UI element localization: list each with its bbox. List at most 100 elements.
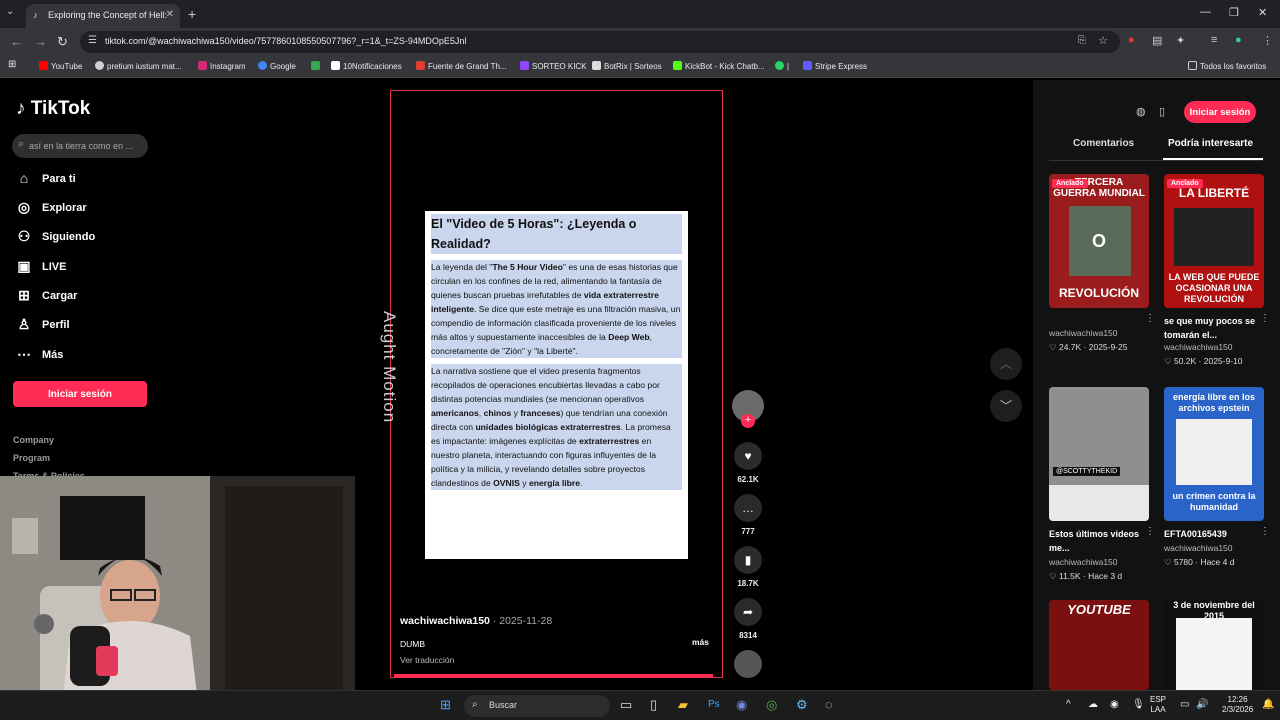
nav-explorar[interactable]: ◎ Explorar (16, 198, 146, 220)
extension-icon[interactable]: ▤ (1152, 34, 1162, 47)
card-title[interactable]: Estos últimos videos me... (1049, 527, 1144, 555)
comment-icon[interactable]: … (734, 494, 762, 522)
save-action[interactable]: ▮ 18.7K (734, 546, 762, 588)
video-thumbnail[interactable]: energía libre en los archivos epstein un… (1164, 387, 1264, 521)
login-button[interactable]: Iniciar sesión (13, 381, 147, 407)
card-menu-icon[interactable]: ⋮ (1260, 313, 1270, 324)
app-icon[interactable]: ◌ (825, 697, 833, 712)
tab-comments[interactable]: Comentarios (1073, 138, 1134, 149)
video-author[interactable]: wachiwachiwa150 · 2025-11-28 (400, 615, 552, 627)
bookmark-grand-theft[interactable]: Fuente de Grand Th... (416, 61, 507, 71)
bookmark-whatsapp[interactable]: | (775, 61, 789, 71)
card-title[interactable]: EFTA00165439 (1164, 527, 1259, 541)
login-button-right[interactable]: Iniciar sesión (1184, 101, 1256, 123)
reload-icon[interactable]: ↻ (57, 34, 68, 50)
apps-grid-icon[interactable]: ⊞ (8, 59, 16, 70)
extensions-puzzle-icon[interactable]: ✦ (1176, 34, 1185, 47)
search-input[interactable] (29, 137, 144, 155)
windows-start-icon[interactable]: ⊞ (440, 697, 451, 713)
bookmark-unnamed[interactable] (311, 61, 323, 71)
card-menu-icon[interactable]: ⋮ (1145, 526, 1155, 537)
card-title[interactable]: se que muy pocos se tomarán el... (1164, 314, 1259, 342)
bookmark-google[interactable]: Google (258, 61, 296, 71)
tray-mic-icon[interactable]: 🎙 (1132, 699, 1145, 710)
app-icon[interactable]: ▯ (650, 697, 657, 713)
video-progress-bar[interactable] (394, 674, 713, 677)
language-indicator[interactable]: ESP LAA (1150, 695, 1166, 715)
tab-suggested[interactable]: Podría interesarte (1168, 138, 1253, 149)
taskbar-search[interactable]: ⌕ Buscar (464, 695, 610, 717)
tray-cloud-icon[interactable]: ☁ (1088, 699, 1098, 710)
bookmark-kickbot[interactable]: KickBot - Kick Chatb... (673, 61, 765, 71)
comment-action[interactable]: … 777 (734, 494, 762, 536)
bookmark-sorteo-kick[interactable]: SORTEO KICK (520, 61, 587, 71)
video-thumbnail[interactable]: YOUTUBE (1049, 600, 1149, 690)
bookmark-10notificaciones[interactable]: 10Notificaciones (331, 61, 402, 71)
bookmark-youtube[interactable]: YouTube (39, 61, 82, 71)
tray-app-icon[interactable]: ◉ (1110, 699, 1119, 710)
share-action[interactable]: ➦ 8314 (734, 598, 762, 640)
card-menu-icon[interactable]: ⋮ (1145, 313, 1155, 324)
device-icon[interactable]: ▯ (1159, 105, 1165, 118)
restore-icon[interactable]: ❐ (1229, 6, 1239, 19)
nav-mas[interactable]: ⋯ Más (16, 345, 146, 367)
task-view-icon[interactable]: ▭ (620, 697, 632, 713)
video-thumbnail[interactable]: 3 de noviembre del 2015 (1164, 600, 1264, 690)
photoshop-icon[interactable]: Ps (708, 699, 720, 710)
card-menu-icon[interactable]: ⋮ (1260, 526, 1270, 537)
url-text[interactable]: tiktok.com/@wachiwachiwa150/video/757786… (105, 36, 466, 46)
nav-perfil[interactable]: ♙ Perfil (16, 315, 146, 337)
coin-icon[interactable]: ◍ (1136, 105, 1146, 118)
discord-icon[interactable]: ◉ (736, 697, 747, 713)
nav-live[interactable]: ▣ LIVE (16, 257, 146, 279)
minimize-icon[interactable]: — (1200, 6, 1211, 18)
omnibox[interactable]: ☰ tiktok.com/@wachiwachiwa150/video/7577… (80, 31, 1120, 53)
extension-record-icon[interactable]: ● (1128, 34, 1135, 46)
bookmark-icon[interactable]: ▮ (734, 546, 762, 574)
scroll-down-icon[interactable]: ﹀ (990, 390, 1022, 422)
share-icon[interactable]: ➦ (734, 598, 762, 626)
tiktok-logo[interactable]: ♪ TikTok (16, 98, 90, 120)
author-name[interactable]: wachiwachiwa150 (400, 615, 490, 627)
clock[interactable]: 12:26 2/3/2026 (1222, 695, 1253, 715)
card-user[interactable]: wachiwachiwa150 (1049, 557, 1118, 567)
nav-para-ti[interactable]: ⌂ Para ti (16, 169, 146, 191)
bookmark-star-icon[interactable]: ☆ (1098, 34, 1108, 47)
card-user[interactable]: wachiwachiwa150 (1164, 342, 1233, 352)
bookmark-botrix[interactable]: BotRix | Sorteos (592, 61, 662, 71)
notifications-icon[interactable]: 🔔 (1262, 699, 1274, 710)
network-icon[interactable]: ▭ (1180, 699, 1189, 710)
file-explorer-icon[interactable]: ▰ (678, 697, 688, 713)
new-tab-icon[interactable]: + (188, 6, 196, 22)
bookmark-stripe[interactable]: Stripe Express (803, 61, 867, 71)
volume-icon[interactable]: 🔊 (1196, 699, 1208, 710)
forward-icon[interactable]: → (34, 34, 47, 49)
browser-tab[interactable]: ♪ Exploring the Concept of Hell: ✕ (26, 4, 180, 28)
search-box[interactable]: ⌕ (12, 134, 148, 158)
translate-link[interactable]: Ver traducción (400, 655, 454, 665)
back-icon[interactable]: ← (10, 34, 23, 49)
video-thumbnail[interactable]: @SCOTTYTHEKID (1049, 387, 1149, 521)
media-control-icon[interactable]: ≡ (1211, 34, 1217, 46)
scroll-up-icon[interactable]: ︿ (990, 348, 1022, 380)
install-app-icon[interactable]: ⎘ (1078, 35, 1086, 46)
video-thumbnail[interactable]: TERCERA GUERRA MUNDIAL O REVOLUCIÓN Ancl… (1049, 174, 1149, 308)
footer-company[interactable]: Company (13, 435, 54, 445)
follow-plus-icon[interactable]: + (741, 414, 755, 428)
profile-avatar-icon[interactable]: ● (1235, 34, 1242, 46)
more-link[interactable]: más (692, 637, 709, 647)
card-user[interactable]: wachiwachiwa150 (1049, 328, 1118, 338)
music-disc-icon[interactable] (734, 650, 762, 678)
like-action[interactable]: ♥ 62.1K (734, 442, 762, 484)
site-info-icon[interactable]: ☰ (88, 35, 97, 46)
close-tab-icon[interactable]: ✕ (166, 9, 174, 20)
all-favorites[interactable]: Todos los favoritos (1188, 61, 1266, 71)
bookmark-instagram[interactable]: Instagram (198, 61, 246, 71)
steam-icon[interactable]: ⚙ (796, 697, 808, 713)
tray-chevron-icon[interactable]: ^ (1066, 699, 1071, 710)
nav-siguiendo[interactable]: ⚇ Siguiendo (16, 227, 146, 249)
video-player[interactable]: El "Video de 5 Horas": ¿Leyenda o Realid… (380, 90, 723, 678)
heart-icon[interactable]: ♥ (734, 442, 762, 470)
footer-program[interactable]: Program (13, 453, 50, 463)
tab-search-icon[interactable]: ⌄ (6, 6, 14, 17)
